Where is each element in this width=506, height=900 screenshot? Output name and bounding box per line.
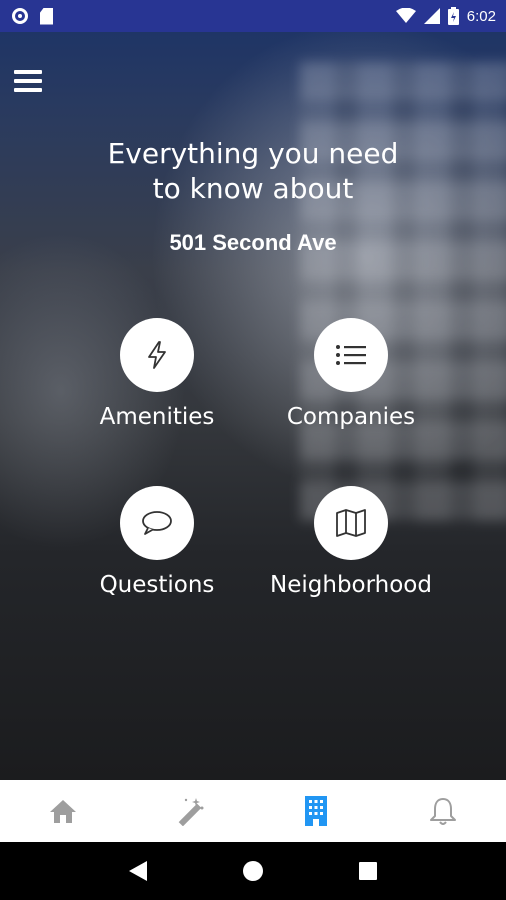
recents-button[interactable] xyxy=(348,851,388,891)
recents-square-icon xyxy=(359,862,378,880)
tile-companies[interactable]: Companies xyxy=(251,318,451,430)
chat-bubble-icon xyxy=(142,511,172,535)
back-button[interactable] xyxy=(118,851,158,891)
lightning-icon xyxy=(148,341,166,369)
clock: 6:02 xyxy=(466,7,496,25)
tile-companies-label: Companies xyxy=(286,404,416,430)
wifi-icon xyxy=(395,8,416,23)
tile-amenities-circle[interactable] xyxy=(120,318,194,392)
map-icon xyxy=(336,509,366,537)
tile-amenities[interactable]: Amenities xyxy=(57,318,257,430)
sync-circle-icon xyxy=(12,8,28,24)
back-triangle-icon xyxy=(128,861,147,881)
tile-questions-circle[interactable] xyxy=(120,486,194,560)
hero-background: Everything you need to know about 501 Se… xyxy=(0,32,506,780)
headline-line-2: to know about xyxy=(152,172,354,205)
nav-home[interactable] xyxy=(0,780,127,842)
building-icon xyxy=(305,796,328,826)
hamburger-menu-icon[interactable] xyxy=(14,70,44,96)
status-bar: 6:02 xyxy=(0,0,506,32)
tile-amenities-label: Amenities xyxy=(99,404,215,430)
building-name: 501 Second Ave xyxy=(169,230,337,255)
bottom-navigation xyxy=(0,780,506,842)
tile-questions[interactable]: Questions xyxy=(57,486,257,598)
battery-icon xyxy=(447,7,459,25)
magic-wand-icon xyxy=(178,798,204,826)
headline: Everything you need to know about xyxy=(0,136,506,206)
home-circle-icon xyxy=(242,861,263,881)
tile-neighborhood-label: Neighborhood xyxy=(270,572,432,598)
list-icon xyxy=(336,345,366,365)
system-navigation-bar xyxy=(0,842,506,900)
nav-notifications[interactable] xyxy=(380,780,506,842)
home-button[interactable] xyxy=(233,851,273,891)
nav-magic[interactable] xyxy=(127,780,254,842)
tile-companies-circle[interactable] xyxy=(314,318,388,392)
headline-line-1: Everything you need xyxy=(107,137,399,170)
bell-icon xyxy=(429,798,456,825)
nav-building[interactable] xyxy=(253,780,380,842)
tile-neighborhood-circle[interactable] xyxy=(314,486,388,560)
signal-icon xyxy=(423,8,440,24)
tile-neighborhood[interactable]: Neighborhood xyxy=(251,486,451,598)
building-photo-blur xyxy=(300,62,506,522)
home-icon xyxy=(50,800,77,823)
sd-card-icon xyxy=(40,7,53,25)
tile-questions-label: Questions xyxy=(99,572,215,598)
